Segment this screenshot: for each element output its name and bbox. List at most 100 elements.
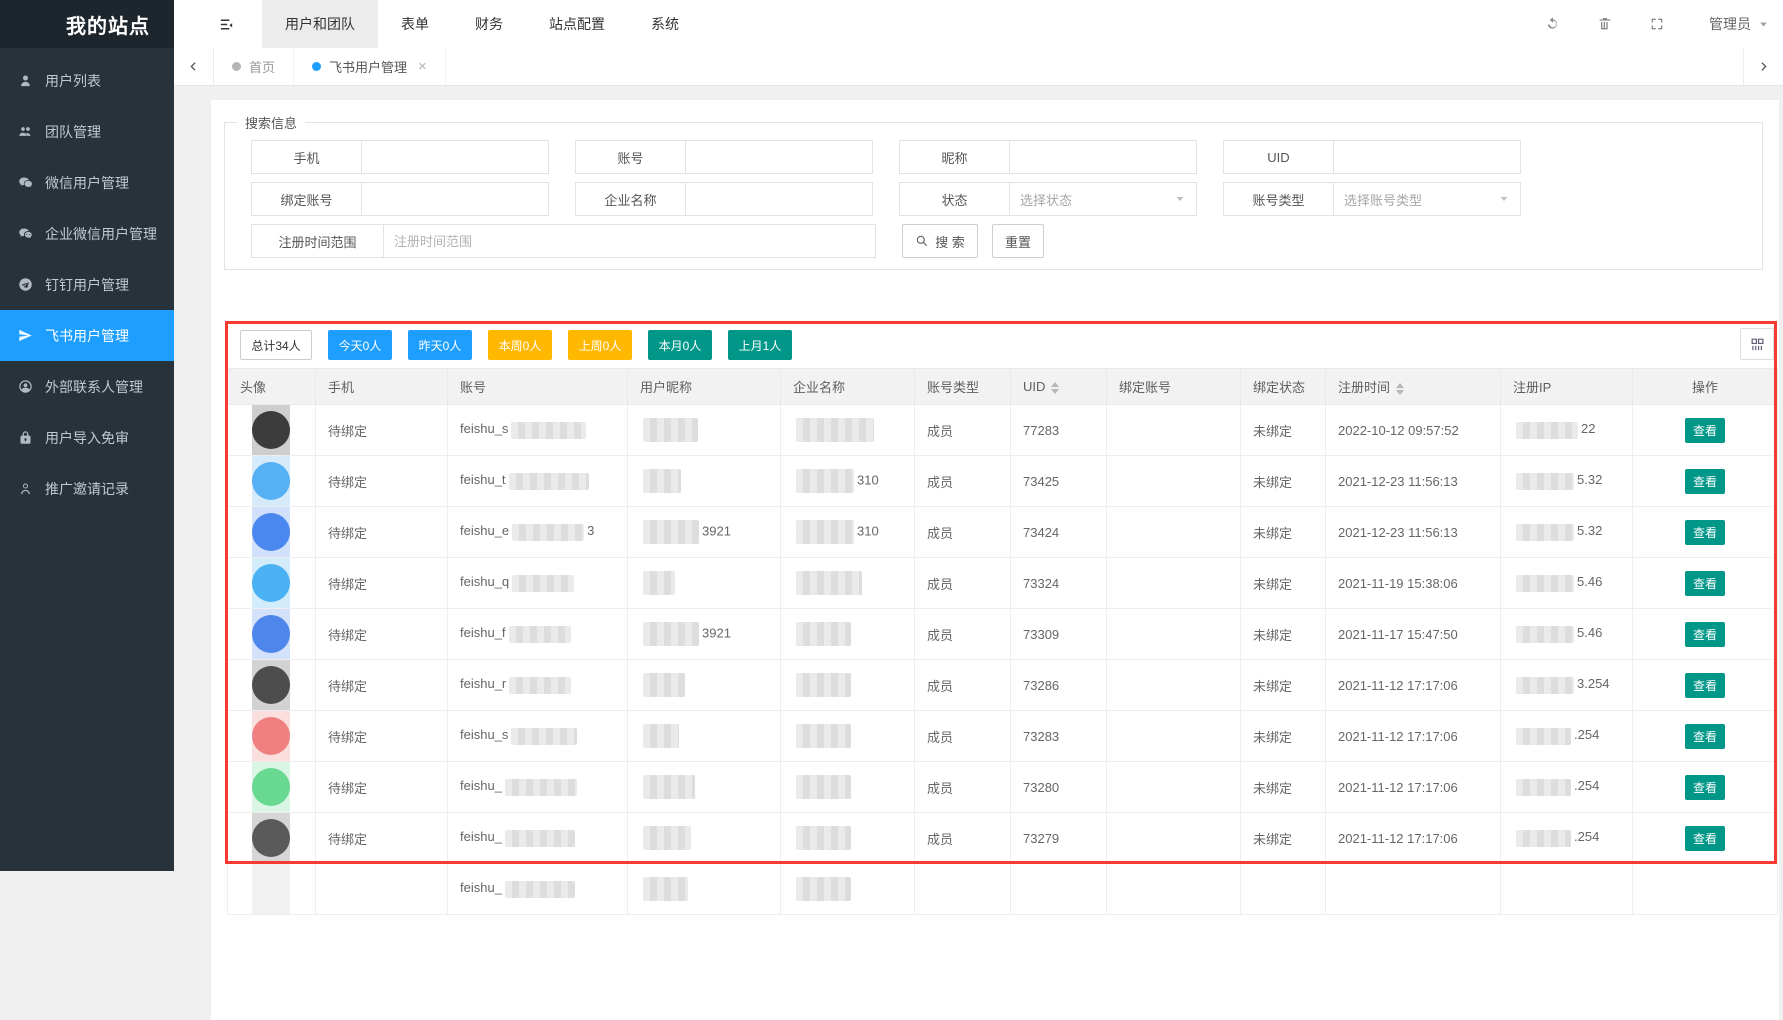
sidebar-item[interactable]: 钉钉用户管理 xyxy=(0,259,174,310)
redacted-blur xyxy=(509,473,589,490)
expand-button[interactable] xyxy=(1631,16,1683,32)
column-settings-button[interactable] xyxy=(1740,328,1774,360)
column-header: 账号 xyxy=(448,369,628,405)
text-field-input[interactable] xyxy=(1010,141,1196,173)
cell-nickname xyxy=(628,456,781,507)
cell-bind-status: 未绑定 xyxy=(1241,762,1326,813)
redacted-blur xyxy=(643,826,691,850)
redacted-blur xyxy=(1516,422,1578,439)
stat-button[interactable]: 上周0人 xyxy=(568,330,632,360)
view-button[interactable]: 查看 xyxy=(1685,469,1725,494)
select-field[interactable]: 选择状态 xyxy=(1010,183,1196,215)
redacted-blur xyxy=(512,524,584,541)
view-button[interactable]: 查看 xyxy=(1685,673,1725,698)
stat-button[interactable]: 上月1人 xyxy=(728,330,792,360)
nav-item[interactable]: 财务 xyxy=(452,0,526,48)
stat-button[interactable]: 总计34人 xyxy=(240,330,312,360)
nav-item[interactable]: 表单 xyxy=(378,0,452,48)
nav-item[interactable]: 系统 xyxy=(628,0,702,48)
text-field-input[interactable] xyxy=(686,183,872,215)
caret-down-icon xyxy=(1174,193,1186,205)
trash-icon xyxy=(1597,16,1613,32)
cell-uid: 73280 xyxy=(1011,762,1107,813)
redacted-blur xyxy=(1516,575,1574,592)
cell-nickname: 3921 xyxy=(628,507,781,558)
cell-uid: 73424 xyxy=(1011,507,1107,558)
text-field-input[interactable] xyxy=(362,141,548,173)
stat-button[interactable]: 今天0人 xyxy=(328,330,392,360)
sidebar-item[interactable]: 企业微信用户管理 xyxy=(0,208,174,259)
select-placeholder: 选择状态 xyxy=(1020,190,1072,209)
cell-phone: 待绑定 xyxy=(316,660,448,711)
sidebar-item[interactable]: 用户列表 xyxy=(0,55,174,106)
view-button[interactable]: 查看 xyxy=(1685,520,1725,545)
cell-register-ip: 5.32 xyxy=(1501,456,1633,507)
cell-uid: 73283 xyxy=(1011,711,1107,762)
view-button[interactable]: 查看 xyxy=(1685,724,1725,749)
column-header: 绑定账号 xyxy=(1107,369,1241,405)
sidebar-item-label: 微信用户管理 xyxy=(45,173,129,193)
text-field-input[interactable] xyxy=(362,183,548,215)
view-button[interactable]: 查看 xyxy=(1685,571,1725,596)
sort-icon[interactable] xyxy=(1396,383,1404,395)
sidebar-item[interactable]: 用户导入免审 xyxy=(0,412,174,463)
cell-account: feishu_e3 xyxy=(448,507,628,558)
cell-actions: 查看 xyxy=(1633,711,1778,762)
cell-register-time: 2021-11-12 17:17:06 xyxy=(1326,762,1501,813)
cell-bind-account xyxy=(1107,864,1241,915)
cell-actions: 查看 xyxy=(1633,762,1778,813)
tabs-scroll-right-button[interactable] xyxy=(1743,48,1783,85)
page-tab[interactable]: 飞书用户管理 × xyxy=(294,48,446,85)
sidebar-item[interactable]: 飞书用户管理 xyxy=(0,310,174,361)
reset-button[interactable]: 重置 xyxy=(992,224,1044,258)
view-button[interactable]: 查看 xyxy=(1685,622,1725,647)
tabs-scroll-left-button[interactable] xyxy=(174,48,214,85)
close-icon[interactable]: × xyxy=(418,59,427,74)
text-field-input[interactable] xyxy=(686,141,872,173)
cell-uid: 77283 xyxy=(1011,405,1107,456)
search-button[interactable]: 搜 索 xyxy=(902,224,978,258)
view-button[interactable]: 查看 xyxy=(1685,826,1725,851)
avatar xyxy=(252,666,290,704)
stat-button[interactable]: 昨天0人 xyxy=(408,330,472,360)
nav-item[interactable]: 用户和团队 xyxy=(262,0,378,48)
refresh-button[interactable] xyxy=(1527,16,1579,32)
cell-phone: 待绑定 xyxy=(316,456,448,507)
cell-company xyxy=(781,711,915,762)
page-tab[interactable]: 首页 xyxy=(214,48,294,85)
cell-nickname: 3921 xyxy=(628,609,781,660)
redacted-blur xyxy=(796,418,874,442)
column-header[interactable]: 注册时间 xyxy=(1326,369,1501,405)
cell-register-time: 2021-12-23 11:56:13 xyxy=(1326,456,1501,507)
tab-label: 飞书用户管理 xyxy=(329,57,407,76)
sidebar-item[interactable]: 团队管理 xyxy=(0,106,174,157)
stat-button[interactable]: 本周0人 xyxy=(488,330,552,360)
column-header[interactable]: UID xyxy=(1011,369,1107,405)
sidebar-item[interactable]: 微信用户管理 xyxy=(0,157,174,208)
trash-button[interactable] xyxy=(1579,16,1631,32)
register-time-range-input[interactable] xyxy=(384,225,875,257)
redacted-blur xyxy=(796,724,851,748)
redacted-blur xyxy=(796,469,854,493)
menu-fold-icon[interactable] xyxy=(174,0,262,48)
field-label: 绑定账号 xyxy=(252,183,362,215)
cell-phone: 待绑定 xyxy=(316,609,448,660)
view-button[interactable]: 查看 xyxy=(1685,418,1725,443)
redacted-blur xyxy=(1516,728,1571,745)
user-menu[interactable]: 管理员 xyxy=(1683,0,1783,48)
sidebar-item[interactable]: 外部联系人管理 xyxy=(0,361,174,412)
cell-account-type: 成员 xyxy=(915,711,1011,762)
cell-nickname xyxy=(628,558,781,609)
sidebar-item[interactable]: 推广邀请记录 xyxy=(0,463,174,514)
cell-company xyxy=(781,558,915,609)
select-field[interactable]: 选择账号类型 xyxy=(1334,183,1520,215)
cell-account-type xyxy=(915,864,1011,915)
text-field-input[interactable] xyxy=(1334,141,1520,173)
stat-button[interactable]: 本月0人 xyxy=(648,330,712,360)
nav-item[interactable]: 站点配置 xyxy=(526,0,628,48)
avatar xyxy=(252,411,290,449)
cell-account-type: 成员 xyxy=(915,507,1011,558)
view-button[interactable]: 查看 xyxy=(1685,775,1725,800)
sort-icon[interactable] xyxy=(1051,382,1059,394)
column-header: 企业名称 xyxy=(781,369,915,405)
